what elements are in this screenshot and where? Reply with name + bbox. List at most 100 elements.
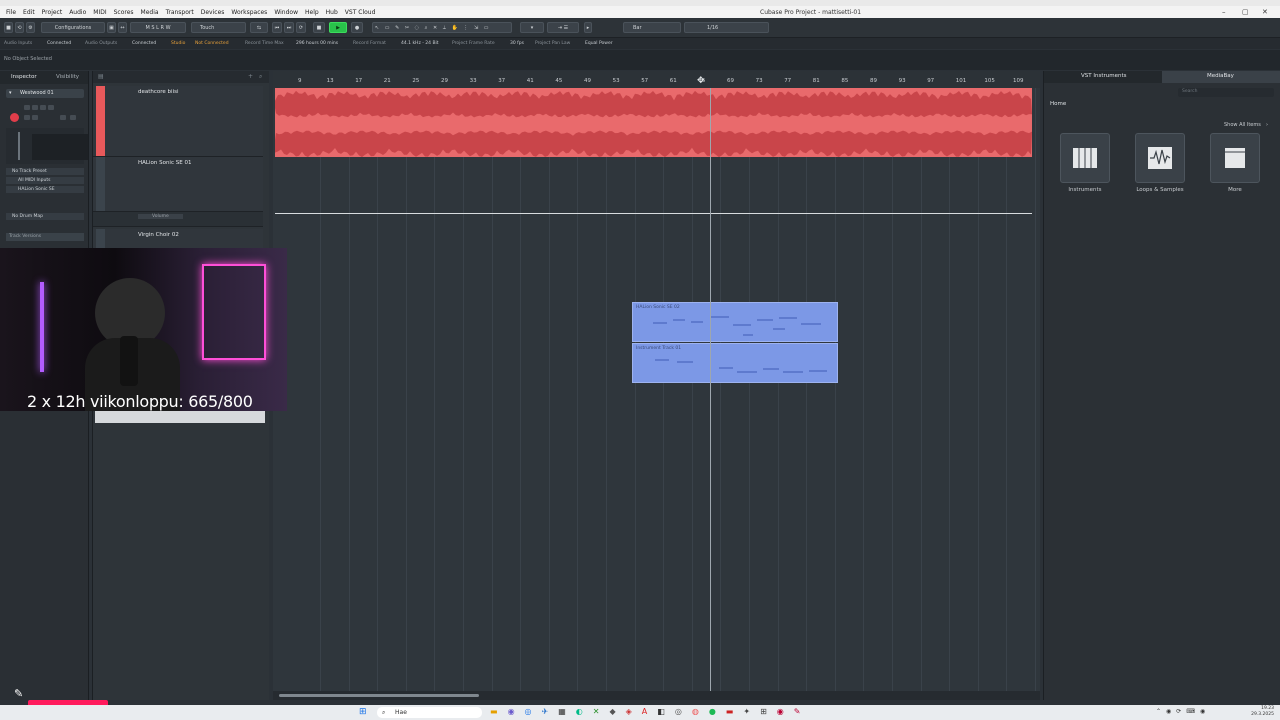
menu-item[interactable]: Hub <box>326 9 338 16</box>
menu-item[interactable]: Transport <box>166 9 194 16</box>
tab-visibility[interactable]: Visibility <box>56 74 79 80</box>
track-preset[interactable]: No Track Preset <box>12 169 47 174</box>
event-color-select[interactable]: ▾ <box>520 22 544 33</box>
plus-icon[interactable]: + <box>248 73 253 80</box>
taskbar-search[interactable]: ⌕ Hae <box>377 707 482 718</box>
tab-mediabay[interactable]: MediaBay <box>1207 73 1234 79</box>
settings-icon[interactable]: ⚙ <box>26 22 35 33</box>
snap-toggle[interactable]: ▸ <box>584 22 592 33</box>
menu-item[interactable]: Media <box>141 9 159 16</box>
record-enable-icon[interactable] <box>10 113 19 122</box>
edge-icon[interactable]: ◐ <box>576 707 583 718</box>
app-icon-5[interactable]: ◍ <box>692 707 699 718</box>
tile-instruments[interactable] <box>1060 133 1110 183</box>
menu-item[interactable]: Window <box>274 9 298 16</box>
solo-button[interactable] <box>32 105 38 110</box>
menu-item[interactable]: File <box>6 9 16 16</box>
go-to-end-button[interactable]: ⏭ <box>284 22 294 33</box>
app-icon[interactable]: ◆ <box>609 707 615 718</box>
lock-icon[interactable]: ▣ <box>107 22 116 33</box>
spotify-icon[interactable]: ● <box>709 707 716 718</box>
midi-output-select[interactable]: HALion Sonic SE <box>18 187 55 192</box>
close-icon[interactable]: ✕ <box>1262 8 1268 16</box>
app-icon-9[interactable]: ◉ <box>777 707 784 718</box>
tile-loops-samples[interactable] <box>1135 133 1185 183</box>
automation-lane-volume[interactable]: Volume <box>93 212 263 227</box>
activate-project-button[interactable]: ■ <box>4 22 13 33</box>
cubase-icon[interactable]: ✎ <box>794 707 801 718</box>
go-to-start-button[interactable]: ⏮ <box>272 22 282 33</box>
mediabay-home[interactable]: Home <box>1050 101 1066 107</box>
excel-icon[interactable]: ✕ <box>593 707 600 718</box>
app-icon-3[interactable]: ◧ <box>657 707 665 718</box>
system-tray-icons[interactable]: ⌃◉⟳⌨◉ <box>1156 708 1210 715</box>
track-virgin-choir[interactable]: Virgin Choir 02 <box>93 229 263 250</box>
maximize-icon[interactable]: ▢ <box>1242 8 1249 16</box>
menu-item[interactable]: Help <box>305 9 319 16</box>
app-icon-4[interactable]: ◎ <box>675 707 682 718</box>
app-icon-8[interactable]: ⊞ <box>760 707 767 718</box>
project-cursor[interactable] <box>710 88 711 695</box>
constrain-icon[interactable]: ↔ <box>118 22 127 33</box>
play-button[interactable]: ▶ <box>329 22 347 33</box>
audio-event[interactable] <box>275 88 1032 158</box>
track-deathcore[interactable]: deathcore biisi <box>93 86 263 157</box>
inspector-track-header[interactable]: ▾ Westwood 01 <box>6 89 84 98</box>
search-icon[interactable]: ⌕ <box>259 73 262 81</box>
inspector-faders[interactable] <box>6 128 88 164</box>
add-track-icon[interactable]: ▤ <box>98 73 104 80</box>
mediabay-search[interactable]: Search <box>1178 88 1274 97</box>
undo-icon[interactable]: ⟲ <box>15 22 24 33</box>
show-all-items-link[interactable]: Show All Items <box>1224 122 1261 128</box>
tile-more[interactable] <box>1210 133 1260 183</box>
file-explorer-icon[interactable]: ▬ <box>490 707 498 718</box>
nudge-icon[interactable]: ⇆ <box>250 22 268 33</box>
stop-button[interactable]: ■ <box>313 22 325 33</box>
read-button[interactable] <box>40 105 46 110</box>
scrollbar-thumb[interactable] <box>279 694 479 697</box>
lock-button[interactable] <box>32 115 38 120</box>
menu-item[interactable]: MIDI <box>93 9 106 16</box>
discord-icon[interactable]: ◉ <box>508 707 515 718</box>
windows-start-icon[interactable]: ⊞ <box>359 707 367 717</box>
mute-button[interactable] <box>24 105 30 110</box>
menu-item[interactable]: Project <box>42 9 63 16</box>
monitor-button[interactable] <box>24 115 30 120</box>
menu-item[interactable]: Scores <box>114 9 134 16</box>
freeze-button[interactable] <box>70 115 76 120</box>
tab-inspector[interactable]: Inspector <box>11 74 37 80</box>
calculator-icon[interactable]: ▦ <box>558 707 566 718</box>
record-button[interactable]: ● <box>351 22 363 33</box>
menu-item[interactable]: Audio <box>69 9 86 16</box>
horizontal-scrollbar[interactable] <box>273 691 1040 700</box>
drum-map-select[interactable]: No Drum Map <box>12 214 43 219</box>
touch-mode-select[interactable]: Touch <box>191 22 246 33</box>
arrangement-area[interactable] <box>273 88 1040 695</box>
write-button[interactable] <box>48 105 54 110</box>
track-versions-select[interactable]: Track Versions <box>6 233 84 241</box>
menu-item[interactable]: VST Cloud <box>345 9 376 16</box>
steam-icon[interactable]: ✈ <box>542 707 549 718</box>
menu-item[interactable]: Workspaces <box>231 9 267 16</box>
track-halion[interactable]: HALion Sonic SE 01 <box>93 157 263 212</box>
quantize-select[interactable]: 1/16 <box>684 22 769 33</box>
tool-buttons[interactable]: ↖ ▭ ✎ ✂ ◌ ⌕ ✕ ⟂ ✋ ⋮ ⇲ ▭ <box>372 22 512 33</box>
snap-options[interactable]: ⇥ ☰ <box>547 22 579 33</box>
automation-line[interactable] <box>275 213 1032 214</box>
app-icon-2[interactable]: ◈ <box>626 707 632 718</box>
automation-parameter[interactable]: Volume <box>138 214 183 219</box>
menu-item[interactable]: Devices <box>201 9 225 16</box>
menu-item[interactable]: Edit <box>23 9 35 16</box>
browser-icon[interactable]: ◎ <box>525 707 532 718</box>
edit-instrument-button[interactable] <box>60 115 66 120</box>
taskbar-clock[interactable]: 19.23 29.3.2025 <box>1251 706 1274 718</box>
automation-mode-buttons[interactable]: M S L R W <box>130 22 186 33</box>
grid-type-select[interactable]: Bar <box>623 22 681 33</box>
midi-input-select[interactable]: All MIDI Inputs <box>18 178 50 183</box>
minimize-icon[interactable]: – <box>1222 8 1226 16</box>
midi-event[interactable]: HALion Sonic SE 02 <box>632 302 838 342</box>
configurations-button[interactable]: Configurations <box>41 22 105 33</box>
tab-vst-instruments[interactable]: VST Instruments <box>1081 73 1127 79</box>
midi-event[interactable]: Instrument Track 01 <box>632 343 838 383</box>
app-icon-6[interactable]: ▬ <box>726 707 734 718</box>
